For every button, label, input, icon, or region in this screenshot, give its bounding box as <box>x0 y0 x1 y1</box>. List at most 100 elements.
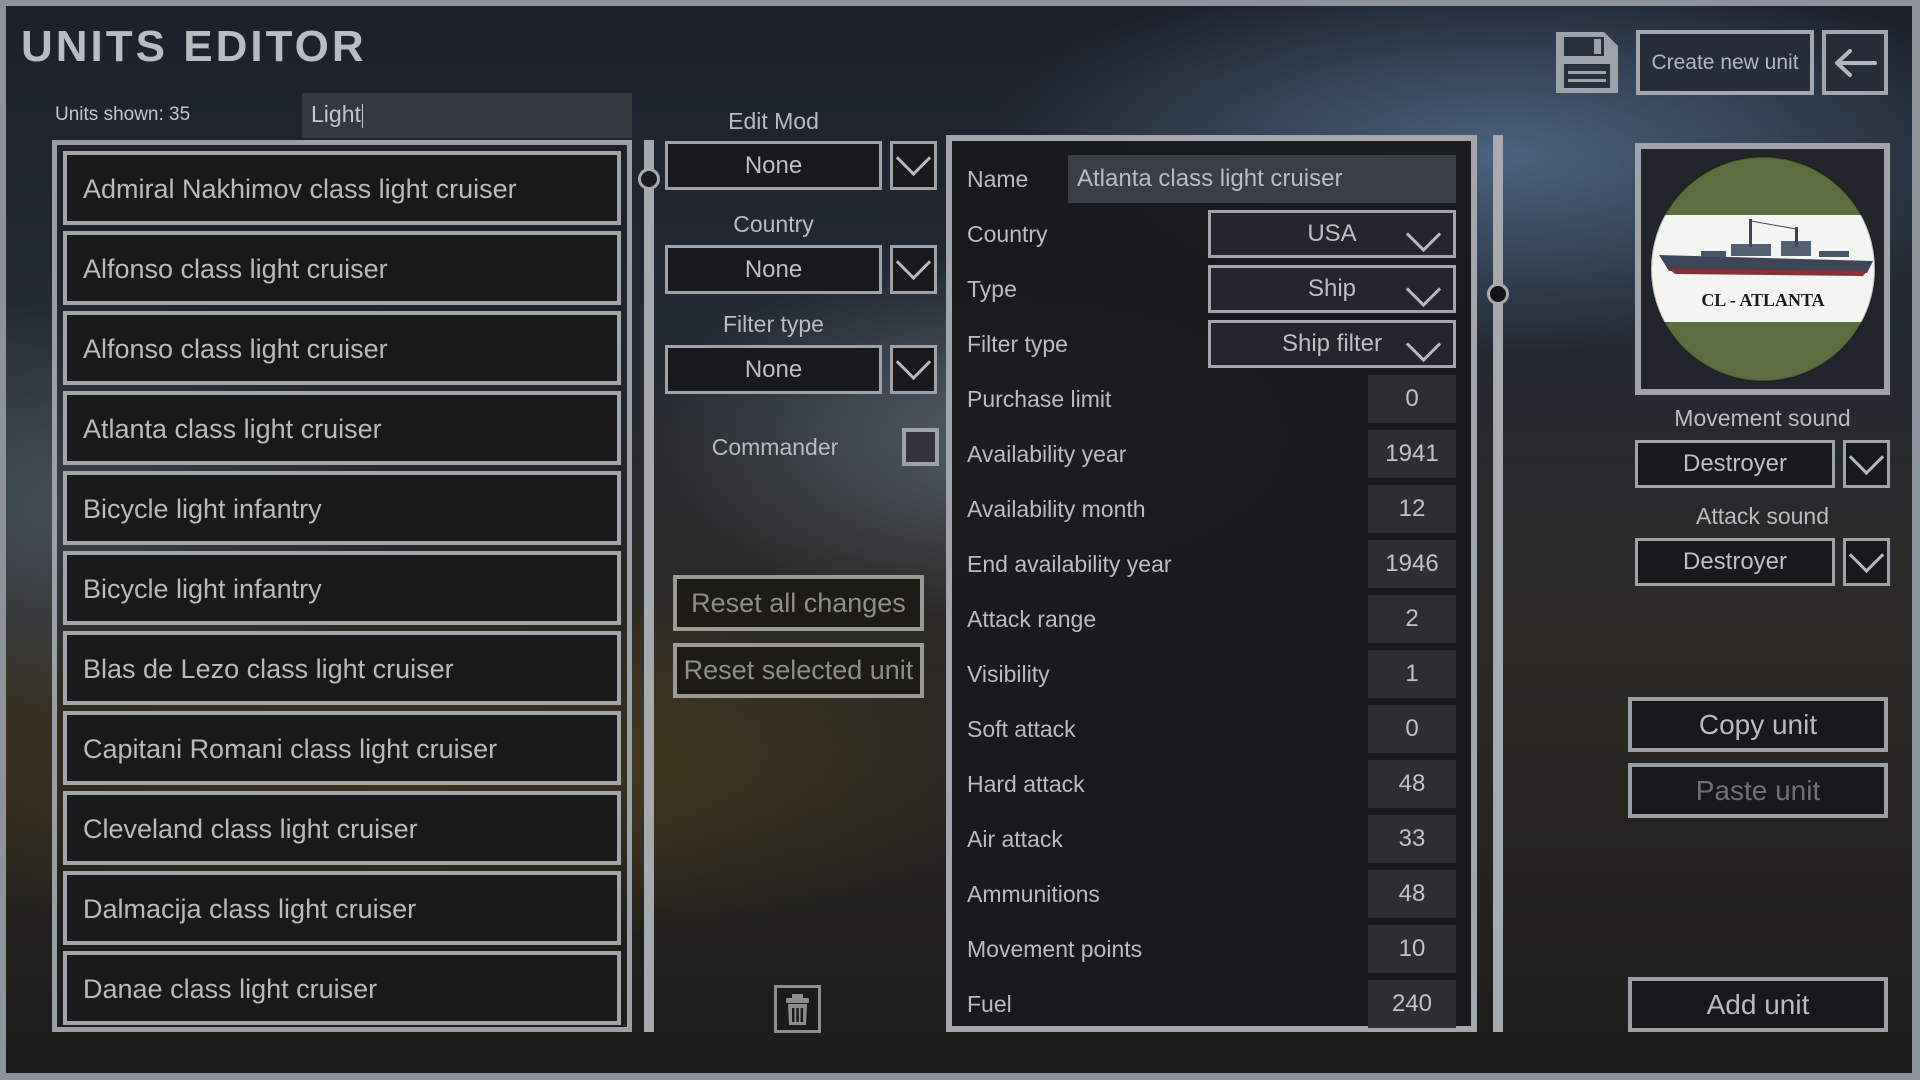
stat-label: Purchase limit <box>967 386 1112 412</box>
stat-value-input[interactable]: 33 <box>1368 815 1456 863</box>
arrow-left-icon <box>1835 48 1877 77</box>
stat-value-input[interactable]: 1941 <box>1368 430 1456 478</box>
country-filter-value: None <box>744 255 803 283</box>
stat-value-input[interactable]: 10 <box>1368 925 1456 973</box>
stat-label: Movement points <box>967 936 1143 962</box>
unit-list-item[interactable]: Blas de Lezo class light cruiser <box>63 631 621 705</box>
unit-list-scroll-handle[interactable] <box>638 168 660 190</box>
attack-sound-dropdown-toggle[interactable] <box>1843 537 1890 586</box>
unit-list-scrollbar[interactable] <box>644 140 654 1032</box>
type-select-value: Ship <box>1307 275 1357 302</box>
edit-mod-dropdown[interactable]: None <box>665 141 882 190</box>
text-caret <box>361 103 363 128</box>
country-select[interactable]: USA <box>1208 210 1456 258</box>
chevron-down-icon <box>1405 271 1442 308</box>
commander-checkbox[interactable] <box>902 428 939 466</box>
type-label: Type <box>967 276 1017 302</box>
unit-list-item[interactable]: Bicycle light infantry <box>63 551 621 625</box>
stat-label: Availability year <box>967 441 1127 467</box>
details-scroll-handle[interactable] <box>1487 283 1509 305</box>
country-filter-label: Country <box>733 211 814 237</box>
stat-label: Hard attack <box>967 771 1085 797</box>
stat-value-input[interactable]: 48 <box>1368 870 1456 918</box>
edit-mod-dropdown-toggle[interactable] <box>890 140 937 190</box>
stat-label: Soft attack <box>967 716 1076 742</box>
chevron-down-icon <box>1405 326 1442 363</box>
reset-selected-unit-button[interactable]: Reset selected unit <box>673 643 924 698</box>
stat-value-input[interactable]: 1946 <box>1368 540 1456 588</box>
floppy-disk-icon <box>1556 32 1618 93</box>
paste-unit-button[interactable]: Paste unit <box>1628 763 1888 818</box>
filter-type-detail-label: Filter type <box>967 331 1068 357</box>
units-shown-count: Units shown: 35 <box>55 104 191 125</box>
attack-sound-value: Destroyer <box>1682 548 1788 575</box>
unit-list-item[interactable]: Alfonso class light cruiser <box>63 311 621 385</box>
stat-value-input[interactable]: 1 <box>1368 650 1456 698</box>
unit-list-item[interactable]: Capitani Romani class light cruiser <box>63 711 621 785</box>
unit-list-item[interactable]: Atlanta class light cruiser <box>63 391 621 465</box>
unit-list-item[interactable]: Cleveland class light cruiser <box>63 791 621 865</box>
filter-type-select[interactable]: Ship filter <box>1208 320 1456 368</box>
unit-name-input[interactable]: Atlanta class light cruiser <box>1068 155 1456 203</box>
stat-value-input[interactable]: 12 <box>1368 485 1456 533</box>
chevron-down-icon <box>1848 439 1885 475</box>
edit-mod-label: Edit Mod <box>728 108 819 134</box>
chevron-down-icon <box>1405 216 1442 253</box>
page-title: UNITS EDITOR <box>21 22 367 71</box>
create-new-unit-button[interactable]: Create new unit <box>1636 30 1814 95</box>
commander-label: Commander <box>711 434 839 460</box>
unit-name-value: Atlanta class light cruiser <box>1077 165 1343 192</box>
movement-sound-value: Destroyer <box>1682 450 1788 477</box>
stat-value-input[interactable]: 240 <box>1368 980 1456 1028</box>
filter-type-dropdown-toggle[interactable] <box>890 344 937 394</box>
reset-all-changes-button[interactable]: Reset all changes <box>673 575 924 631</box>
chevron-down-icon <box>895 244 932 281</box>
chevron-down-icon <box>895 140 932 177</box>
movement-sound-dropdown-toggle[interactable] <box>1843 439 1890 488</box>
chevron-down-icon <box>895 344 932 381</box>
country-filter-dropdown-toggle[interactable] <box>890 244 937 294</box>
filter-type-dropdown[interactable]: None <box>665 345 882 394</box>
back-button[interactable] <box>1822 30 1888 95</box>
add-unit-button[interactable]: Add unit <box>1628 977 1888 1032</box>
country-select-value: USA <box>1307 220 1357 247</box>
movement-sound-label: Movement sound <box>1674 405 1851 431</box>
unit-list-item[interactable]: Alfonso class light cruiser <box>63 231 621 305</box>
stat-value-input[interactable]: 48 <box>1368 760 1456 808</box>
unit-list-item[interactable]: Bicycle light infantry <box>63 471 621 545</box>
copy-unit-button[interactable]: Copy unit <box>1628 697 1888 752</box>
details-scrollbar[interactable] <box>1493 135 1503 1032</box>
unit-list-item[interactable]: Danae class light cruiser <box>63 951 621 1025</box>
trash-icon <box>786 994 809 1025</box>
attack-sound-dropdown[interactable]: Destroyer <box>1635 538 1835 586</box>
stat-value-input[interactable]: 0 <box>1368 705 1456 753</box>
stat-label: Air attack <box>967 826 1063 852</box>
search-value: Light <box>311 101 361 127</box>
chevron-down-icon <box>1848 537 1885 573</box>
name-label: Name <box>967 166 1029 192</box>
delete-unit-button[interactable] <box>774 985 821 1033</box>
filter-type-value: None <box>744 355 803 383</box>
unit-list-item[interactable]: Admiral Nakhimov class light cruiser <box>63 151 621 225</box>
stat-label: Ammunitions <box>967 881 1100 907</box>
unit-badge-image: CL - ATLANTA <box>1650 156 1876 382</box>
stat-value-input[interactable]: 2 <box>1368 595 1456 643</box>
filter-type-select-value: Ship filter <box>1281 330 1383 357</box>
stat-label: Availability month <box>967 496 1146 522</box>
stat-label: Visibility <box>967 661 1050 687</box>
type-select[interactable]: Ship <box>1208 265 1456 313</box>
save-button[interactable] <box>1554 30 1620 95</box>
movement-sound-dropdown[interactable]: Destroyer <box>1635 440 1835 488</box>
stat-value-input[interactable]: 0 <box>1368 375 1456 423</box>
unit-list-item[interactable]: Dalmacija class light cruiser <box>63 871 621 945</box>
unit-search-input[interactable]: Light <box>302 93 632 138</box>
country-label: Country <box>967 221 1048 247</box>
stat-label: Fuel <box>967 991 1012 1017</box>
attack-sound-label: Attack sound <box>1696 503 1829 529</box>
unit-badge-caption: CL - ATLANTA <box>1701 290 1824 310</box>
filter-type-label: Filter type <box>723 311 824 337</box>
edit-mod-value: None <box>744 151 803 179</box>
unit-image: CL - ATLANTA <box>1635 143 1890 395</box>
country-filter-dropdown[interactable]: None <box>665 245 882 294</box>
stat-label: End availability year <box>967 551 1172 577</box>
